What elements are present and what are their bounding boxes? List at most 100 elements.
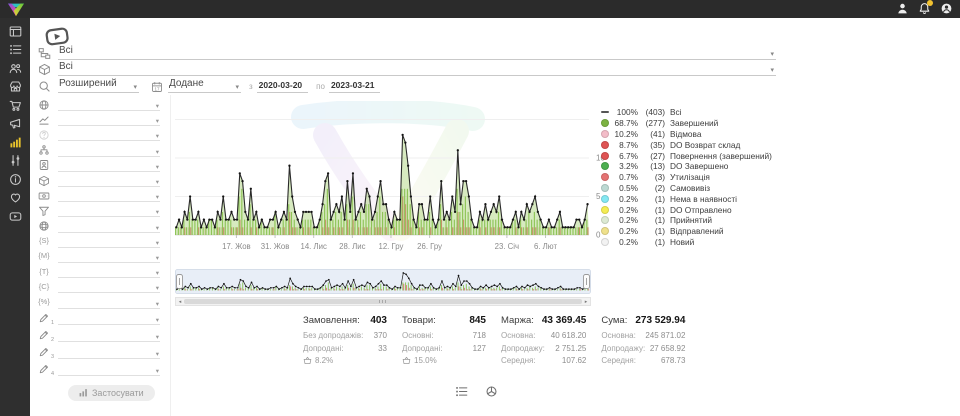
filter-select-1[interactable]: [58, 98, 160, 111]
legend-item-5[interactable]: 6.7%(27)Повернення (завершений): [601, 150, 796, 161]
date-field-select[interactable]: Додане: [168, 78, 241, 93]
legend-item-1[interactable]: 100%(403)Всі: [601, 107, 796, 118]
globe-filter-icon: [38, 99, 50, 111]
source-select[interactable]: Всі: [58, 45, 776, 60]
filter-select-7[interactable]: [58, 189, 160, 202]
legend-percent: 3.2%: [609, 161, 638, 171]
legend-item-13[interactable]: 0.2%(1)Новий: [601, 237, 796, 248]
sidebar-item-video[interactable]: [0, 207, 30, 226]
scrollbar-thumb[interactable]: [184, 299, 582, 304]
legend-item-3[interactable]: 10.2%(41)Відмова: [601, 129, 796, 140]
legend-item-11[interactable]: 0.2%(1)Прийнятий: [601, 215, 796, 226]
filter-row-code-12: {T}: [38, 264, 170, 279]
package-filter-icon: [38, 175, 50, 187]
content-area: Всі Всі Розширений 17: [30, 18, 960, 416]
filter-select-14[interactable]: [58, 296, 160, 309]
sidebar-item-dashboard[interactable]: [0, 22, 30, 41]
stat-sub-value: 370: [374, 330, 387, 343]
stat-sub-value: 127: [473, 343, 486, 356]
filter-select-12[interactable]: [58, 265, 160, 278]
filter-select-4[interactable]: [58, 144, 160, 157]
scroll-right-icon[interactable]: [582, 298, 590, 305]
filter-select-11[interactable]: [58, 250, 160, 263]
stat-sub-label: Середня:: [601, 355, 636, 368]
filter-select-13[interactable]: [58, 280, 160, 293]
chart-navigator[interactable]: [175, 269, 591, 306]
legend-percent: 10.2%: [609, 129, 638, 139]
stat-sub-value: 40 618.20: [551, 330, 587, 343]
stat-sub-label: Допродажу:: [601, 343, 645, 356]
product-select[interactable]: Всі: [58, 61, 776, 76]
stat-sub-value: 33: [378, 343, 387, 356]
filter-select-17[interactable]: [58, 346, 160, 359]
upsell-rate-value: 15.0%: [414, 356, 437, 365]
sidebar-item-info[interactable]: [0, 170, 30, 189]
stat-column-3: Маржа:43 369.45Основна:40 618.20Допродаж…: [501, 315, 586, 368]
code-filter-icon: {S}: [38, 235, 50, 247]
calendar-icon: 17: [151, 81, 163, 93]
filter-select-18[interactable]: [58, 363, 160, 376]
sidebar-item-clients[interactable]: [0, 59, 30, 78]
sidebar-item-stats[interactable]: [0, 133, 30, 152]
filter-select-16[interactable]: [58, 329, 160, 342]
legend-item-9[interactable]: 0.2%(1)Нема в наявності: [601, 193, 796, 204]
summary-stats: Замовлення:403Без допродажів:370Допродан…: [303, 315, 685, 368]
legend-item-7[interactable]: 0.7%(3)Утилізація: [601, 172, 796, 183]
legend-item-8[interactable]: 0.5%(2)Самовивіз: [601, 183, 796, 194]
legend-item-12[interactable]: 0.2%(1)Відправлений: [601, 226, 796, 237]
legend-count: (1): [638, 215, 665, 225]
notifications-icon[interactable]: [918, 2, 931, 15]
legend-item-4[interactable]: 8.7%(35)DO Возврат склад: [601, 139, 796, 150]
user-icon[interactable]: [896, 2, 909, 15]
hierarchy-icon: [38, 47, 51, 60]
video-hint-button[interactable]: [43, 22, 70, 41]
filter-select-6[interactable]: [58, 174, 160, 187]
navigator-scrollbar[interactable]: [175, 297, 591, 306]
stat-sub-label: Основна:: [501, 330, 535, 343]
stat-sub-label: Основні:: [402, 330, 434, 343]
legend-item-10[interactable]: 0.2%(1)DO Отправлено: [601, 204, 796, 215]
svg-text:28. Лис: 28. Лис: [339, 242, 365, 251]
filter-select-8[interactable]: [58, 204, 160, 217]
filter-select-10[interactable]: [58, 235, 160, 248]
filter-row-package: [38, 173, 170, 188]
filter-row-pencil2: 2: [38, 327, 170, 344]
orders-list-icon[interactable]: [455, 385, 468, 398]
stat-title: Замовлення:: [303, 315, 360, 326]
svg-text:17. Жов: 17. Жов: [222, 242, 251, 251]
sidebar-item-cart[interactable]: [0, 96, 30, 115]
pencil-filter-icon: 1: [38, 312, 50, 324]
sidebar-item-marketing[interactable]: [0, 115, 30, 134]
filter-select-5[interactable]: [58, 159, 160, 172]
apply-filters-button[interactable]: Застосувати: [68, 385, 155, 401]
legend-count: (277): [638, 118, 665, 128]
sidebar-item-integrations[interactable]: [0, 152, 30, 171]
sidebar-item-store[interactable]: [0, 78, 30, 97]
pencil-filter-icon: 4: [38, 363, 50, 375]
filter-select-3[interactable]: [58, 128, 160, 141]
filter-row-pencil1: 1: [38, 310, 170, 327]
filter-row-sitemap: [38, 143, 170, 158]
svg-text:31. Жов: 31. Жов: [261, 242, 290, 251]
trend-filter-icon: [38, 114, 50, 126]
filter-select-15[interactable]: [58, 312, 160, 325]
sidebar-item-orders[interactable]: [0, 41, 30, 60]
scroll-left-icon[interactable]: [176, 298, 184, 305]
orders-chart: 051017. Жов31. Жов14. Лис28. Лис12. Гру2…: [175, 101, 615, 259]
account-icon[interactable]: [940, 2, 953, 15]
legend-item-6[interactable]: 3.2%(13)DO Завершено: [601, 161, 796, 172]
date-to-input[interactable]: 2023-03-21: [329, 80, 380, 93]
stat-value: 43 369.45: [542, 315, 587, 326]
legend-label: Відмова: [670, 129, 701, 139]
filter-select-9[interactable]: [58, 220, 160, 233]
legend-item-2[interactable]: 68.7%(277)Завершений: [601, 118, 796, 129]
code-filter-icon: {T}: [38, 266, 50, 278]
filter-select-2[interactable]: [58, 113, 160, 126]
svg-text:14. Лис: 14. Лис: [301, 242, 327, 251]
sidebar-item-support[interactable]: [0, 189, 30, 208]
products-sphere-icon[interactable]: [485, 385, 498, 398]
date-from-input[interactable]: 2020-03-20: [257, 80, 308, 93]
stat-column-1: Замовлення:403Без допродажів:370Допродан…: [303, 315, 387, 368]
filter-row-trend: [38, 112, 170, 127]
search-mode-select[interactable]: Розширений: [58, 78, 139, 93]
